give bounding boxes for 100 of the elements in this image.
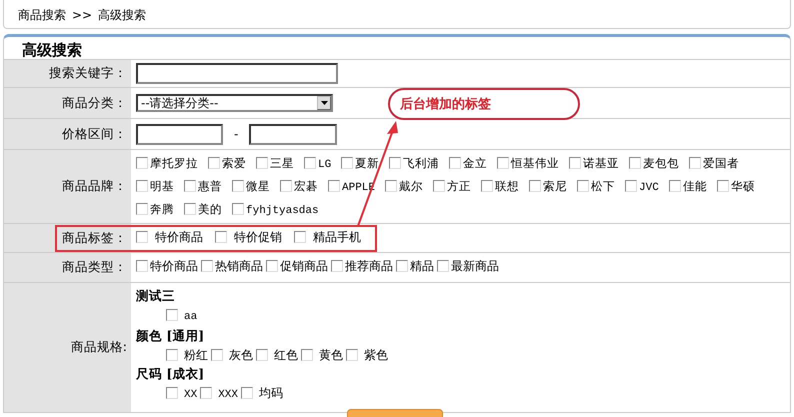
checkbox[interactable]	[449, 157, 462, 169]
checkbox[interactable]	[166, 387, 178, 399]
checkbox[interactable]	[208, 157, 220, 169]
group-title: 尺码 [成衣]	[136, 365, 206, 383]
checkbox-label: XXX	[218, 389, 238, 401]
max-price-input[interactable]	[249, 124, 338, 144]
checkbox-label: 美的	[198, 202, 222, 216]
checkbox[interactable]	[716, 180, 729, 192]
checkbox[interactable]	[136, 180, 148, 192]
checkbox[interactable]	[629, 157, 642, 169]
checkbox[interactable]	[396, 260, 408, 272]
checkbox-label: 联想	[495, 179, 520, 193]
checkbox-label: 明基	[150, 179, 174, 193]
checkbox-label: 特价商品	[155, 230, 203, 244]
checkbox-label: 飞利浦	[403, 156, 440, 170]
checkbox-label: 华硕	[730, 179, 755, 193]
checkbox[interactable]	[136, 260, 148, 272]
breadcrumb-link[interactable]: 商品搜索	[18, 8, 66, 22]
checkbox[interactable]	[301, 349, 313, 361]
breadcrumb-separator: >>	[72, 8, 92, 22]
checkbox[interactable]	[211, 349, 223, 361]
checkbox[interactable]	[166, 309, 178, 321]
checkbox[interactable]	[689, 157, 702, 169]
dropdown-arrow-icon	[320, 101, 328, 105]
checkbox-label: 黄色	[319, 348, 343, 362]
checkbox-label: 惠普	[198, 179, 222, 193]
checkbox-label: 索尼	[543, 179, 568, 193]
checkbox[interactable]	[232, 203, 244, 215]
checkbox[interactable]	[166, 349, 178, 361]
panel-title: 高级搜索	[21, 40, 83, 59]
checkbox-label: 推荐商品	[345, 259, 393, 273]
checkbox[interactable]	[184, 180, 196, 192]
checkbox-label: fyhjtyasdas	[246, 205, 319, 217]
checkbox-label: 奔腾	[150, 202, 174, 216]
range-separator: -	[234, 126, 238, 143]
field-label: 商品标签：	[4, 224, 131, 252]
checkbox-label: 红色	[274, 348, 298, 362]
breadcrumb-link[interactable]: 高级搜索	[98, 8, 146, 22]
checkbox[interactable]	[497, 157, 510, 169]
checkbox-label: 恒基伟业	[511, 156, 560, 170]
checkbox-label: 最新商品	[451, 259, 499, 273]
checkbox[interactable]	[577, 180, 590, 192]
checkbox-label: JVC	[639, 182, 659, 194]
checkbox-label: 金立	[463, 156, 488, 170]
checkbox-label: 麦包包	[643, 156, 680, 170]
checkbox[interactable]	[481, 180, 494, 192]
checkbox[interactable]	[136, 231, 148, 243]
checkbox[interactable]	[232, 180, 244, 192]
checkbox[interactable]	[437, 260, 449, 272]
checkbox-label: 方正	[447, 179, 472, 193]
checkbox-label: 佳能	[682, 179, 707, 193]
min-price-input[interactable]	[136, 124, 223, 144]
field-label: 商品规格:	[4, 283, 131, 412]
checkbox-label: 特价商品	[150, 259, 198, 273]
checkbox[interactable]	[215, 231, 227, 243]
checkbox-label: aa	[184, 311, 198, 323]
checkbox-label: 松下	[591, 179, 616, 193]
checkbox[interactable]	[331, 260, 343, 272]
checkbox[interactable]	[328, 180, 340, 192]
checkbox[interactable]	[433, 180, 446, 192]
checkbox[interactable]	[304, 157, 316, 169]
checkbox-label: 精品	[410, 259, 434, 273]
checkbox-label: 诺基亚	[583, 156, 620, 170]
checkbox[interactable]	[256, 349, 268, 361]
checkbox[interactable]	[241, 387, 254, 399]
field-label: 商品分类：	[4, 88, 131, 118]
checkbox[interactable]	[341, 157, 354, 169]
checkbox[interactable]	[294, 231, 306, 243]
field-label: 价格区间：	[4, 119, 131, 149]
checkbox[interactable]	[280, 180, 292, 192]
checkbox[interactable]	[569, 157, 582, 169]
checkbox[interactable]	[389, 157, 402, 169]
category-select[interactable]: --请选择分类--	[136, 94, 333, 112]
checkbox-label: 摩托罗拉	[150, 156, 198, 170]
group-title: 测试三	[136, 287, 176, 305]
checkbox[interactable]	[200, 387, 212, 399]
checkbox[interactable]	[385, 180, 398, 192]
callout-label: 后台增加的标签	[388, 88, 580, 120]
keyword-input[interactable]	[136, 63, 338, 84]
checkbox[interactable]	[668, 180, 681, 192]
checkbox-label: 戴尔	[399, 179, 424, 193]
checkbox[interactable]	[625, 180, 638, 192]
checkbox[interactable]	[529, 180, 542, 192]
checkbox[interactable]	[266, 260, 278, 272]
checkbox[interactable]	[201, 260, 213, 272]
field-label: 搜索关键字：	[4, 60, 131, 87]
checkbox-label: 索爱	[222, 156, 246, 170]
checkbox[interactable]	[136, 203, 148, 215]
checkbox[interactable]	[136, 157, 148, 169]
checkbox-label: 夏新	[355, 156, 380, 170]
checkbox-label: 宏碁	[294, 179, 318, 193]
checkbox-label: 灰色	[229, 348, 253, 362]
checkbox[interactable]	[256, 157, 268, 169]
checkbox-label: XX	[184, 389, 198, 401]
checkbox[interactable]	[346, 349, 358, 361]
checkbox-label: 紫色	[364, 348, 388, 362]
checkbox-label: 特价促销	[234, 230, 282, 244]
checkbox-label: 精品手机	[313, 230, 361, 244]
field-label: 商品类型：	[4, 253, 131, 282]
checkbox[interactable]	[184, 203, 196, 215]
